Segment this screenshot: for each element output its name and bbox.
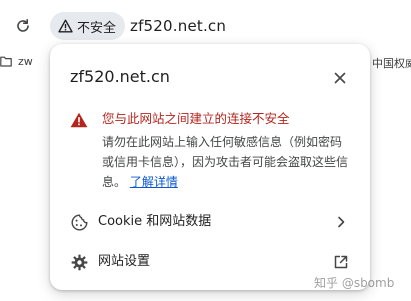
close-icon bbox=[334, 72, 346, 84]
address-bar-url[interactable]: zf520.net.cn bbox=[130, 14, 226, 38]
warning-title: 您与此网站之间建立的连接不安全 bbox=[102, 111, 290, 126]
close-button[interactable] bbox=[330, 68, 350, 88]
site-settings-row-label: 网站设置 bbox=[98, 254, 151, 269]
site-security-chip[interactable]: 不安全 bbox=[50, 12, 126, 40]
learn-more-link[interactable]: 了解详情 bbox=[130, 175, 178, 189]
warning-body: 请勿在此网站上输入任何敏感信息（例如密码或信用卡信息），因为攻击者可能会盗取这些… bbox=[102, 132, 352, 192]
cookie-icon bbox=[70, 213, 88, 231]
gear-icon bbox=[70, 253, 88, 271]
warning-triangle-icon bbox=[58, 19, 73, 33]
warning-triangle-icon bbox=[70, 112, 88, 128]
watermark-text: 知乎 @sbomb bbox=[314, 276, 395, 290]
bookmark-label: zw bbox=[18, 55, 33, 68]
cookies-and-site-data-row[interactable]: Cookie 和网站数据 bbox=[50, 202, 370, 242]
reload-icon bbox=[17, 19, 29, 32]
reload-button[interactable] bbox=[10, 13, 36, 39]
bookmark-folder-zw[interactable]: zw bbox=[0, 55, 33, 68]
page-info-popup: zf520.net.cn 您与此网站之间建立的连接不安全 请勿在此网站上输入任何… bbox=[50, 44, 370, 290]
cookies-row-label: Cookie 和网站数据 bbox=[98, 214, 212, 229]
security-chip-label: 不安全 bbox=[77, 20, 117, 36]
popup-title: zf520.net.cn bbox=[70, 67, 170, 86]
bookmark-item-right[interactable]: 中国权威 bbox=[372, 55, 411, 71]
open-external-icon bbox=[332, 253, 350, 271]
chevron-right-icon bbox=[332, 213, 350, 231]
folder-icon bbox=[0, 56, 12, 67]
